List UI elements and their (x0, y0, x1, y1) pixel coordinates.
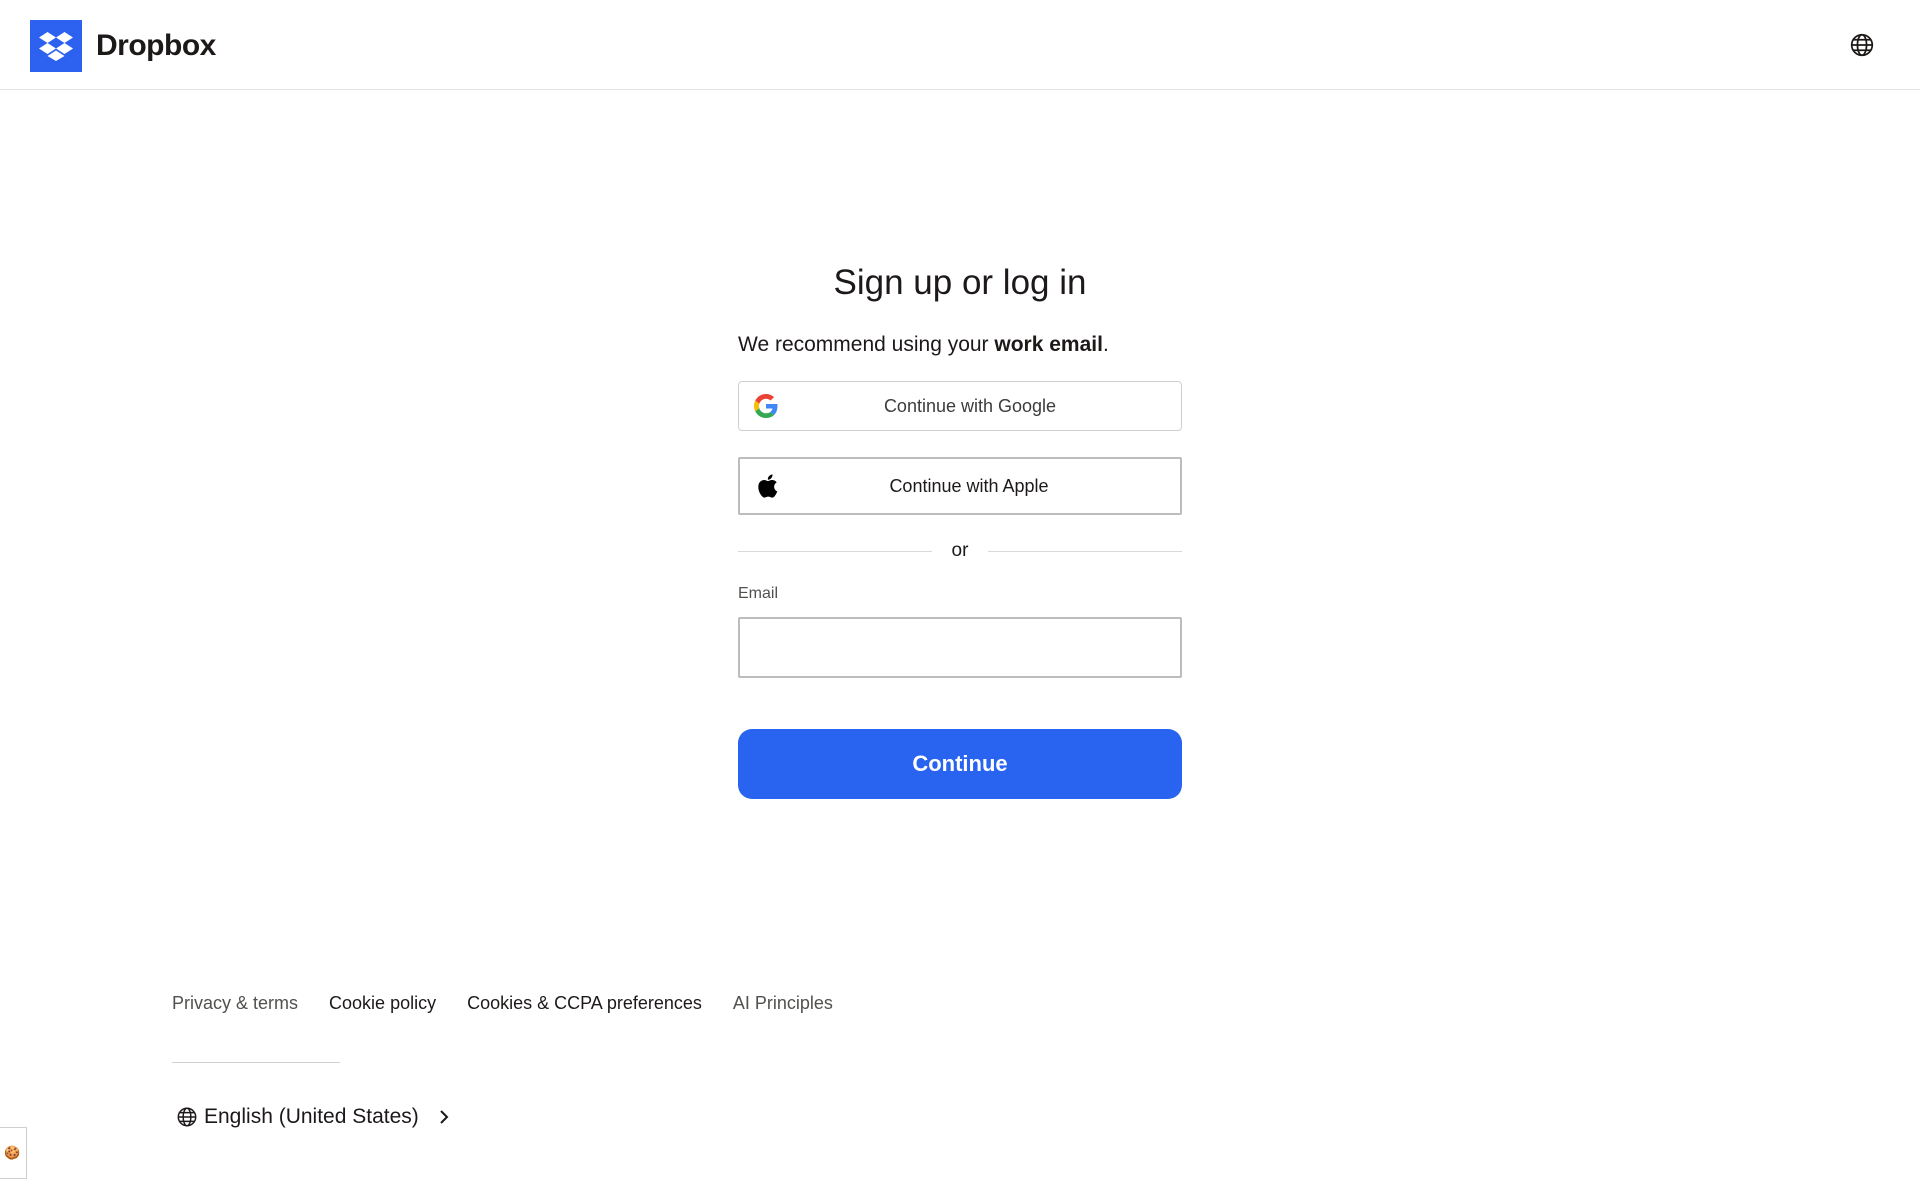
chevron-right-icon (437, 1107, 451, 1127)
top-bar: Dropbox (0, 0, 1920, 90)
divider-line-left (738, 550, 932, 552)
recommendation-suffix: . (1102, 333, 1109, 356)
apple-button-label: Continue with Apple (889, 475, 1049, 496)
page-title: Sign up or log in (833, 263, 1087, 302)
google-button-label: Continue with Google (883, 395, 1057, 416)
cookie-settings-button[interactable]: 🍪 (0, 1127, 27, 1179)
dropbox-home-link[interactable]: Dropbox (30, 20, 216, 72)
apple-icon (754, 473, 780, 499)
cookies-ccpa-preferences-link[interactable]: Cookies & CCPA preferences (467, 993, 702, 1014)
dropbox-logo-icon (30, 20, 82, 72)
or-divider: or (738, 533, 1182, 569)
recommendation-text: We recommend using your work email. (738, 330, 1182, 360)
privacy-terms-link[interactable]: Privacy & terms (172, 993, 298, 1014)
email-input[interactable] (738, 617, 1182, 678)
footer-links: Privacy & terms Cookie policy Cookies & … (172, 993, 864, 1014)
recommendation-prefix: We recommend using your (738, 333, 995, 356)
divider-text: or (951, 540, 969, 561)
language-selector[interactable]: English (United States) (176, 1105, 451, 1129)
brand-name: Dropbox (96, 29, 216, 62)
footer-divider (172, 1062, 340, 1063)
login-card: Sign up or log in We recommend using you… (738, 255, 1182, 799)
email-label: Email (738, 585, 779, 602)
globe-icon (176, 1106, 198, 1128)
ai-principles-link[interactable]: AI Principles (733, 993, 833, 1014)
continue-with-google-button[interactable]: Continue with Google (738, 381, 1182, 431)
divider-line-right (988, 550, 1182, 552)
language-label: English (United States) (204, 1105, 419, 1128)
continue-button[interactable]: Continue (738, 729, 1182, 799)
google-icon (753, 393, 779, 419)
language-globe-icon[interactable] (1849, 32, 1875, 58)
work-email-emphasis: work email (994, 333, 1103, 356)
continue-with-apple-button[interactable]: Continue with Apple (738, 457, 1182, 515)
cookie-policy-link[interactable]: Cookie policy (329, 993, 436, 1014)
cookie-icon: 🍪 (4, 1145, 21, 1160)
